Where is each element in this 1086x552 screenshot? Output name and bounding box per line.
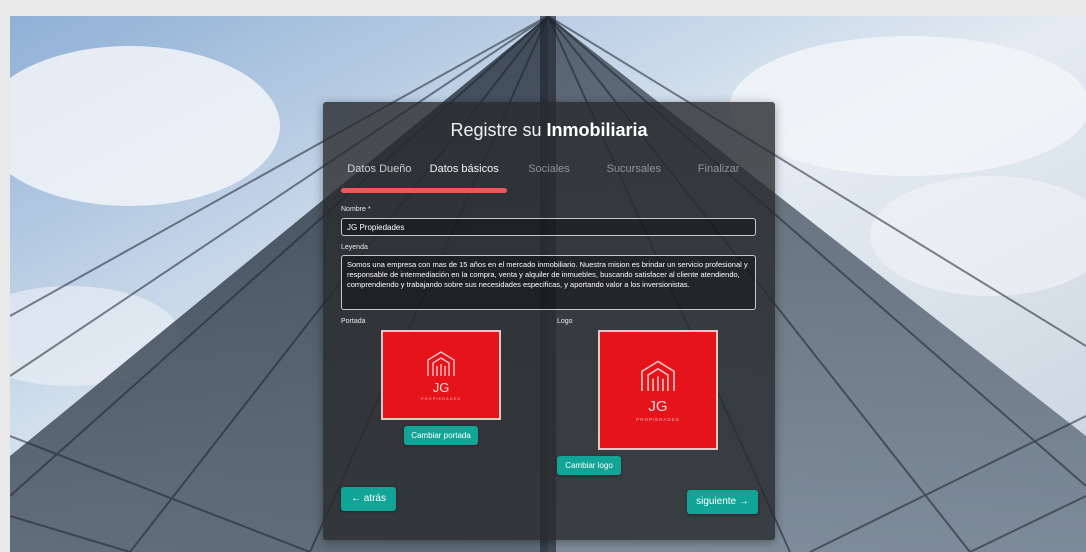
nombre-label: Nombre * (341, 206, 371, 213)
title-prefix: Registre su (450, 120, 542, 140)
portada-image: JG PROPIEDADES (381, 330, 501, 420)
logo-image: JG PROPIEDADES (598, 330, 718, 450)
logo-brand-sub: PROPIEDADES (636, 417, 680, 423)
house-logo-icon (641, 360, 675, 392)
logo-label: Logo (557, 318, 573, 325)
step-datos-basicos[interactable]: Datos básicos (422, 163, 507, 175)
screenshot-frame: Registre su Inmobiliaria Datos Dueño Dat… (0, 0, 1086, 552)
portada-brand-sub: PROPIEDADES (421, 396, 461, 401)
cambiar-portada-button[interactable]: Cambiar portada (404, 426, 478, 445)
title-bold: Inmobiliaria (546, 120, 648, 140)
wizard-progress-bar (341, 188, 755, 193)
cambiar-logo-button[interactable]: Cambiar logo (557, 456, 621, 475)
nombre-input[interactable]: JG Propiedades (341, 218, 756, 236)
portada-brand-name: JG (432, 380, 450, 395)
leyenda-textarea[interactable]: Somos una empresa con mas de 15 años en … (341, 255, 756, 310)
step-sucursales[interactable]: Sucursales (591, 163, 676, 175)
step-finalizar[interactable]: Finalizar (676, 163, 761, 175)
registration-panel: Registre su Inmobiliaria Datos Dueño Dat… (323, 102, 775, 540)
portada-label: Portada (341, 318, 366, 325)
house-logo-icon (427, 351, 455, 376)
back-button[interactable]: ← atrás (341, 487, 396, 511)
page-title: Registre su Inmobiliaria (323, 120, 775, 141)
step-sociales[interactable]: Sociales (507, 163, 592, 175)
progress-fill (341, 188, 507, 193)
step-datos-dueno[interactable]: Datos Dueño (337, 163, 422, 175)
next-button[interactable]: siguiente → (687, 490, 758, 514)
wizard-steps: Datos Dueño Datos básicos Sociales Sucur… (337, 163, 761, 175)
logo-brand-name: JG (648, 398, 668, 416)
leyenda-label: Leyenda (341, 244, 368, 251)
